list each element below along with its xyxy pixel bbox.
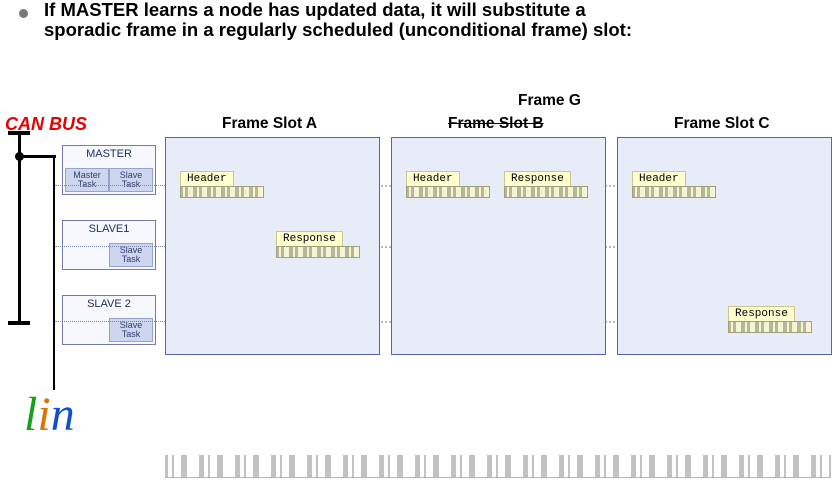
slot-b-header-tag: Header [406, 171, 460, 187]
master-slave-task: Slave Task [109, 168, 153, 192]
bullet-dot-icon [19, 9, 28, 18]
master-node: MASTER Master Task Slave Task [62, 145, 156, 195]
can-bus-bottom-cap [8, 321, 30, 325]
frame-slot-c-label: Frame Slot C [674, 115, 770, 133]
slave2-node-label: SLAVE 2 [63, 298, 155, 310]
frame-slot-b-label: Frame Slot B [448, 115, 544, 133]
title-line2: sporadic frame in a regularly scheduled … [44, 19, 632, 40]
frame-g-label: Frame G [518, 92, 581, 110]
raw-waveform [165, 455, 831, 478]
slave1-connector-line [55, 246, 165, 247]
slot-c-response-bits [728, 321, 812, 333]
lin-logo-i: i [37, 388, 50, 441]
slot-b-response-bits [504, 186, 588, 198]
slave1-node: SLAVE1 Slave Task [62, 220, 156, 270]
slot-c-response-tag: Response [728, 306, 795, 322]
can-bus-vertical-line [18, 135, 21, 325]
slave1-node-label: SLAVE1 [63, 223, 155, 235]
frame-slot-b [391, 137, 606, 355]
slot-a-response-tag: Response [276, 231, 343, 247]
slot-a-header-tag: Header [180, 171, 234, 187]
slide-title: If MASTER learns a node has updated data… [44, 0, 632, 40]
slot-a-response-bits [276, 246, 360, 258]
slot-c-header-tag: Header [632, 171, 686, 187]
title-line1: If MASTER learns a node has updated data… [44, 0, 586, 20]
can-bus-top-cap [8, 131, 30, 135]
slave2-node: SLAVE 2 Slave Task [62, 295, 156, 345]
slot-b-header-bits [406, 186, 490, 198]
master-master-task: Master Task [65, 168, 109, 192]
slot-c-header-bits [632, 186, 716, 198]
master-connector-line [55, 185, 165, 186]
lin-logo-n: n [51, 388, 75, 441]
slave2-connector-line [55, 321, 165, 322]
lin-bus-vertical-line [53, 155, 55, 390]
master-node-label: MASTER [63, 148, 155, 160]
lin-logo: lin [24, 395, 75, 435]
slot-a-header-bits [180, 186, 264, 198]
lin-logo-l: l [24, 388, 37, 441]
frame-slot-a-label: Frame Slot A [222, 115, 317, 133]
slot-b-response-tag: Response [504, 171, 571, 187]
can-bus-node-dot-icon [15, 152, 24, 161]
